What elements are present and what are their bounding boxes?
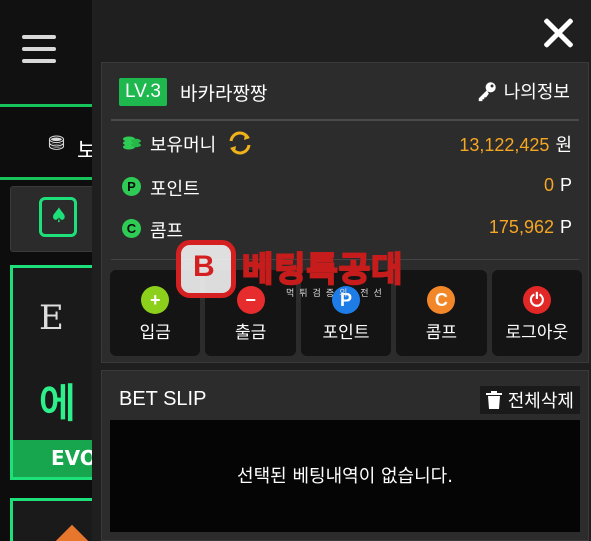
coins-icon: ⛃ [48, 131, 65, 155]
point-button-label: 포인트 [322, 323, 370, 343]
minus-icon: − [236, 286, 265, 314]
point-value-wrap: 0P [544, 175, 572, 196]
comp-button[interactable]: C 콤프 [396, 270, 487, 356]
bet-slip-panel: BET SLIP 전체삭제 선택된 베팅내역이 없습니다. [101, 370, 589, 541]
banner-footer-label: EVO [51, 446, 97, 470]
point-row: P 포인트 0P [122, 173, 572, 201]
action-buttons: + 입금 − 출금 P 포인트 C 콤프 ⏻ 로그아웃 [110, 270, 583, 356]
delete-all-label: 전체삭제 [507, 391, 574, 412]
user-info-panel: LV.3 바카라짱짱 나의정보 보유머니 13,122,425 원 P 포인트 … [101, 62, 589, 363]
my-info-label: 나의정보 [503, 82, 570, 103]
comp-row: C 콤프 175,962 P [122, 215, 572, 243]
plus-icon: + [141, 286, 170, 314]
secondary-banner[interactable] [10, 498, 100, 541]
comp-value-wrap: 175,962 P [489, 217, 572, 238]
deposit-button[interactable]: + 입금 [110, 270, 201, 356]
money-label: 보유머니 [150, 135, 217, 156]
side-drawer: LV.3 바카라짱짱 나의정보 보유머니 13,122,425 원 P 포인트 … [92, 0, 591, 541]
hamburger-menu-icon[interactable] [22, 35, 56, 65]
refresh-icon[interactable] [226, 129, 254, 157]
banner-logo: E [39, 298, 64, 338]
point-button[interactable]: P 포인트 [300, 270, 392, 356]
bet-slip-title: BET SLIP [119, 388, 207, 410]
logout-label: 로그아웃 [505, 323, 569, 343]
coins-icon [123, 136, 141, 150]
money-unit: 원 [555, 135, 572, 155]
withdraw-button[interactable]: − 출금 [205, 270, 296, 356]
point-label: 포인트 [150, 179, 200, 200]
money-row: 보유머니 13,122,425 원 [122, 129, 572, 157]
banner-graphic [50, 524, 94, 541]
deposit-label: 입금 [139, 323, 171, 343]
bet-slip-body: 선택된 베팅내역이 없습니다. [110, 420, 580, 532]
comp-value: 175,962 [488, 217, 554, 237]
comp-c-icon: C [427, 286, 456, 314]
evolution-banner[interactable]: E C 에 EVO [10, 265, 110, 480]
background-tab[interactable]: ⛃ 보 [0, 107, 100, 180]
banner-title: 에 [39, 381, 76, 427]
comp-unit: P [559, 217, 572, 237]
comp-c-icon: C [122, 218, 142, 238]
withdraw-label: 출금 [234, 323, 267, 343]
point-unit: P [559, 175, 572, 195]
key-icon [478, 82, 496, 102]
money-value: 13,122,425 [459, 135, 550, 155]
panel-divider [111, 119, 579, 121]
point-p-icon: P [332, 286, 361, 314]
close-icon[interactable] [542, 16, 576, 50]
money-value-wrap: 13,122,425 원 [459, 131, 572, 157]
power-icon: ⏻ [522, 286, 551, 314]
logout-button[interactable]: ⏻ 로그아웃 [491, 270, 583, 356]
card-icon [39, 197, 77, 237]
my-info-link[interactable]: 나의정보 [476, 78, 570, 104]
empty-message: 선택된 베팅내역이 없습니다. [237, 466, 453, 487]
point-value: 0 [543, 175, 554, 195]
comp-button-label: 콤프 [425, 323, 458, 343]
delete-all-button[interactable]: 전체삭제 [479, 386, 580, 414]
level-badge: LV.3 [119, 78, 167, 106]
card-game-button[interactable] [10, 186, 100, 252]
banner-footer: EVO [13, 440, 97, 477]
trash-icon [485, 391, 502, 409]
panel-divider [111, 259, 579, 260]
comp-label: 콤프 [150, 221, 184, 242]
point-p-icon: P [122, 176, 142, 196]
username: 바카라짱짱 [180, 83, 268, 105]
